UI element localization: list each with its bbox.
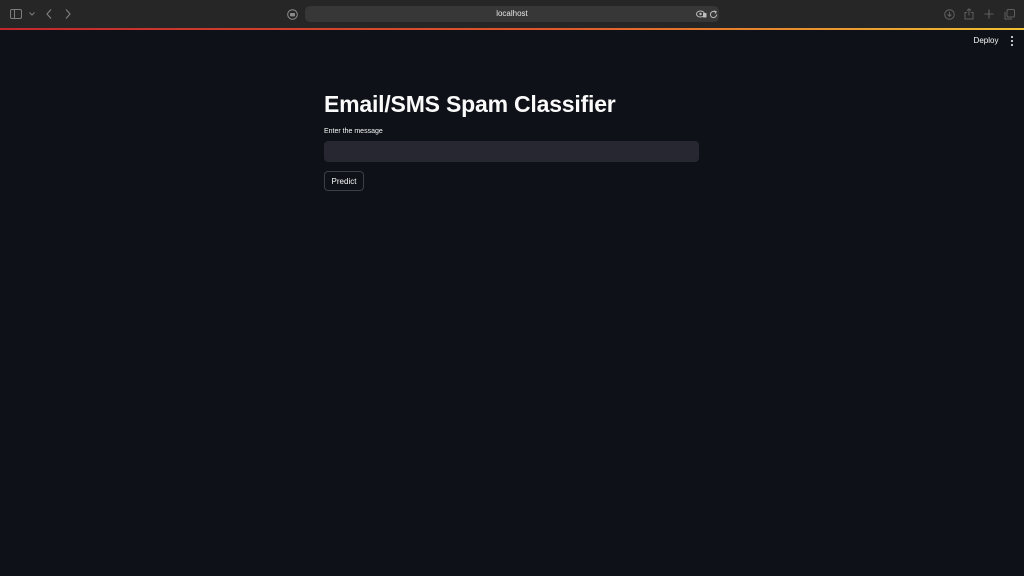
chevron-left-icon[interactable] — [44, 8, 54, 20]
deploy-button[interactable]: Deploy — [970, 34, 1002, 48]
site-settings-icon[interactable] — [286, 8, 298, 20]
tabs-icon[interactable] — [1003, 8, 1015, 20]
chevron-down-icon[interactable] — [28, 9, 36, 19]
app-header: Deploy — [0, 30, 1024, 52]
kebab-dot — [1011, 44, 1013, 46]
reload-icon[interactable] — [708, 9, 718, 19]
page-title: Email/SMS Spam Classifier — [324, 91, 616, 117]
main-content: Email/SMS Spam Classifier Enter the mess… — [324, 88, 700, 191]
sidebar-icon[interactable] — [10, 8, 22, 20]
message-input[interactable] — [324, 141, 699, 162]
kebab-dot — [1011, 40, 1013, 42]
plus-icon[interactable] — [983, 8, 995, 20]
share-icon[interactable] — [963, 7, 975, 20]
url-text: localhost — [496, 9, 528, 18]
download-icon[interactable] — [943, 8, 955, 20]
predict-button[interactable]: Predict — [324, 171, 364, 191]
privacy-report-icon[interactable] — [696, 9, 707, 19]
browser-toolbar: localhost — [0, 0, 1024, 29]
chevron-right-icon[interactable] — [63, 8, 73, 20]
kebab-menu-icon[interactable] — [1006, 34, 1018, 48]
kebab-dot — [1011, 36, 1013, 38]
message-label: Enter the message — [324, 128, 383, 135]
address-bar[interactable]: localhost — [305, 6, 719, 22]
